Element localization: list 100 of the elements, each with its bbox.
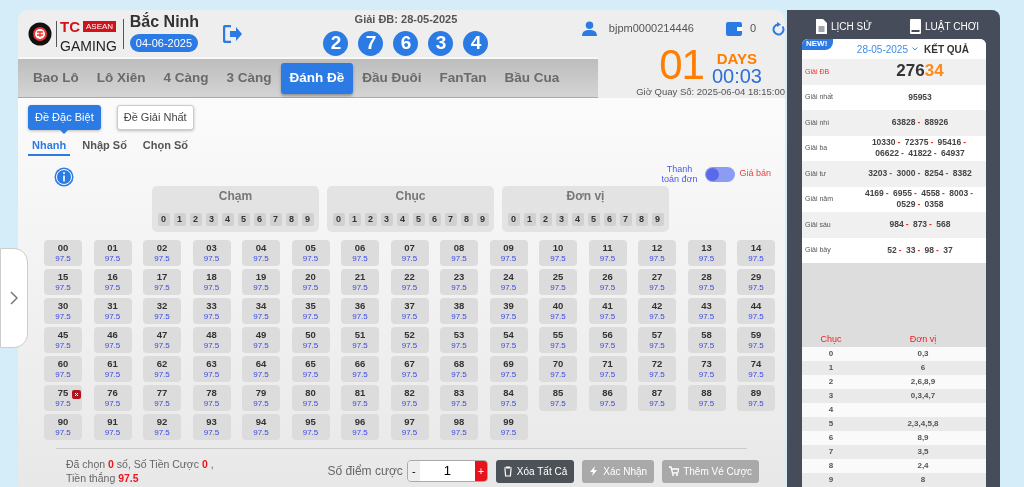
number-cell[interactable]: 74 97.5 — [737, 356, 775, 382]
digit-chip[interactable]: 0 — [507, 213, 520, 226]
number-cell[interactable]: 54 97.5 — [489, 327, 528, 353]
number-cell[interactable]: 75 97.5 — [44, 385, 82, 411]
minus-button[interactable]: - — [407, 461, 420, 481]
number-cell[interactable]: 20 97.5 — [291, 269, 330, 295]
number-cell[interactable]: 97 97.5 — [390, 414, 429, 440]
number-cell[interactable]: 52 97.5 — [390, 327, 429, 353]
digit-chip[interactable]: 4 — [396, 213, 409, 226]
number-cell[interactable]: 17 97.5 — [143, 269, 181, 295]
digit-chip[interactable]: 7 — [444, 213, 457, 226]
digit-chip[interactable]: 3 — [380, 213, 393, 226]
number-cell[interactable]: 95 97.5 — [291, 414, 330, 440]
number-cell[interactable]: 49 97.5 — [242, 327, 280, 353]
game-tab[interactable]: Đánh Đề — [280, 63, 354, 94]
payment-toggle[interactable] — [705, 166, 736, 182]
number-cell[interactable]: 42 97.5 — [638, 298, 676, 324]
number-cell[interactable]: 27 97.5 — [638, 269, 676, 295]
number-cell[interactable]: 44 97.5 — [737, 298, 775, 324]
digit-chip[interactable]: 6 — [603, 213, 616, 226]
number-cell[interactable]: 18 97.5 — [192, 269, 231, 295]
side-drawer-handle[interactable] — [0, 248, 28, 348]
number-cell[interactable]: 30 97.5 — [44, 298, 82, 324]
date-dropdown[interactable]: 28-05-2025 — [856, 41, 918, 57]
number-cell[interactable]: 01 97.5 — [93, 240, 132, 266]
digit-chip[interactable]: 4 — [221, 213, 234, 226]
number-cell[interactable]: 93 97.5 — [192, 414, 231, 440]
number-cell[interactable]: 69 97.5 — [489, 356, 528, 382]
digit-chip[interactable]: 2 — [189, 213, 202, 226]
digit-chip[interactable]: 5 — [412, 213, 425, 226]
number-cell[interactable]: 39 97.5 — [489, 298, 528, 324]
number-cell[interactable]: 61 97.5 — [93, 356, 132, 382]
number-cell[interactable]: 80 97.5 — [291, 385, 330, 411]
number-cell[interactable]: 08 97.5 — [440, 240, 478, 266]
number-cell[interactable]: 56 97.5 — [588, 327, 627, 353]
digit-chip[interactable]: 2 — [364, 213, 377, 226]
number-cell[interactable]: 15 97.5 — [44, 269, 82, 295]
prize-type-button[interactable]: Đề Giải Nhất — [116, 105, 194, 130]
number-cell[interactable]: 38 97.5 — [440, 298, 478, 324]
number-cell[interactable]: 25 97.5 — [539, 269, 577, 295]
digit-chip[interactable]: 7 — [269, 213, 282, 226]
number-cell[interactable]: 32 97.5 — [143, 298, 181, 324]
number-cell[interactable]: 87 97.5 — [638, 385, 676, 411]
number-cell[interactable]: 41 97.5 — [588, 298, 627, 324]
number-cell[interactable]: 28 97.5 — [687, 269, 726, 295]
number-cell[interactable]: 62 97.5 — [143, 356, 181, 382]
number-cell[interactable]: 48 97.5 — [192, 327, 231, 353]
digit-chip[interactable]: 0 — [157, 213, 170, 226]
digit-chip[interactable]: 9 — [476, 213, 489, 226]
number-cell[interactable]: 34 97.5 — [242, 298, 280, 324]
side-link[interactable]: LỊCH SỬ — [816, 18, 872, 34]
digit-chip[interactable]: 6 — [253, 213, 266, 226]
digit-chip[interactable]: 6 — [428, 213, 441, 226]
number-cell[interactable]: 64 97.5 — [242, 356, 280, 382]
digit-chip[interactable]: 8 — [635, 213, 648, 226]
number-cell[interactable]: 91 97.5 — [93, 414, 132, 440]
number-cell[interactable]: 35 97.5 — [291, 298, 330, 324]
number-cell[interactable]: 19 97.5 — [242, 269, 280, 295]
digit-chip[interactable]: 9 — [651, 213, 664, 226]
number-cell[interactable]: 67 97.5 — [390, 356, 429, 382]
info-icon[interactable] — [54, 167, 74, 187]
number-cell[interactable]: 84 97.5 — [489, 385, 528, 411]
number-cell[interactable]: 73 97.5 — [687, 356, 726, 382]
number-cell[interactable]: 23 97.5 — [440, 269, 478, 295]
number-cell[interactable]: 65 97.5 — [291, 356, 330, 382]
number-cell[interactable]: 45 97.5 — [44, 327, 82, 353]
number-cell[interactable]: 60 97.5 — [44, 356, 82, 382]
number-cell[interactable]: 66 97.5 — [341, 356, 379, 382]
number-cell[interactable]: 71 97.5 — [588, 356, 627, 382]
digit-chip[interactable]: 8 — [285, 213, 298, 226]
number-cell[interactable]: 81 97.5 — [341, 385, 379, 411]
side-link[interactable]: LUẬT CHƠI — [910, 18, 979, 34]
number-cell[interactable]: 76 97.5 — [93, 385, 132, 411]
number-cell[interactable]: 70 97.5 — [539, 356, 577, 382]
number-cell[interactable]: 00 97.5 — [44, 240, 82, 266]
digit-chip[interactable]: 7 — [619, 213, 632, 226]
number-cell[interactable]: 36 97.5 — [341, 298, 379, 324]
number-cell[interactable]: 90 97.5 — [44, 414, 82, 440]
number-cell[interactable]: 57 97.5 — [638, 327, 676, 353]
number-cell[interactable]: 03 97.5 — [192, 240, 231, 266]
number-cell[interactable]: 96 97.5 — [341, 414, 379, 440]
number-cell[interactable]: 99 97.5 — [489, 414, 528, 440]
number-cell[interactable]: 72 97.5 — [638, 356, 676, 382]
mode-tab[interactable]: Nhập Số — [78, 135, 131, 156]
digit-chip[interactable]: 1 — [523, 213, 536, 226]
digit-chip[interactable]: 5 — [237, 213, 250, 226]
number-cell[interactable]: 37 97.5 — [390, 298, 429, 324]
digit-chip[interactable]: 4 — [571, 213, 584, 226]
digit-chip[interactable]: 2 — [539, 213, 552, 226]
number-cell[interactable]: 92 97.5 — [143, 414, 181, 440]
number-cell[interactable]: 02 97.5 — [143, 240, 181, 266]
digit-chip[interactable]: 0 — [332, 213, 345, 226]
number-cell[interactable]: 98 97.5 — [440, 414, 478, 440]
number-cell[interactable]: 86 97.5 — [588, 385, 627, 411]
number-cell[interactable]: 40 97.5 — [539, 298, 577, 324]
mode-tab[interactable]: Nhanh — [28, 135, 71, 156]
logout-icon[interactable] — [223, 24, 244, 43]
number-cell[interactable]: 10 97.5 — [539, 240, 577, 266]
number-cell[interactable]: 94 97.5 — [242, 414, 280, 440]
digit-chip[interactable]: 1 — [173, 213, 186, 226]
